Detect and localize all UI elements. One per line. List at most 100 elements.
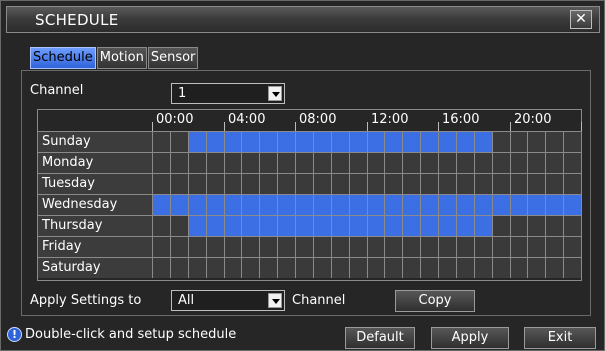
- schedule-slot[interactable]: [152, 236, 170, 257]
- schedule-slot[interactable]: [366, 152, 385, 173]
- schedule-slot[interactable]: [438, 215, 456, 236]
- schedule-slot[interactable]: [438, 257, 456, 278]
- schedule-slot[interactable]: [169, 194, 188, 215]
- schedule-slot[interactable]: [312, 194, 331, 215]
- schedule-slot[interactable]: [384, 173, 403, 194]
- schedule-slot[interactable]: [330, 173, 349, 194]
- schedule-slot[interactable]: [366, 236, 385, 257]
- schedule-slot[interactable]: [545, 215, 564, 236]
- schedule-slot[interactable]: [259, 194, 278, 215]
- schedule-slot[interactable]: [384, 257, 403, 278]
- schedule-slot[interactable]: [402, 236, 421, 257]
- schedule-slot[interactable]: [509, 152, 528, 173]
- schedule-slot[interactable]: [473, 173, 492, 194]
- schedule-slot[interactable]: [366, 131, 385, 152]
- schedule-slot[interactable]: [152, 131, 170, 152]
- schedule-slot[interactable]: [223, 236, 242, 257]
- schedule-slot[interactable]: [509, 257, 528, 278]
- schedule-slot[interactable]: [563, 152, 581, 173]
- schedule-slot[interactable]: [438, 194, 456, 215]
- schedule-slot[interactable]: [259, 215, 278, 236]
- schedule-slot[interactable]: [152, 215, 170, 236]
- schedule-slot[interactable]: [312, 152, 331, 173]
- schedule-slot[interactable]: [205, 215, 224, 236]
- schedule-slot[interactable]: [241, 173, 260, 194]
- schedule-slot[interactable]: [277, 152, 295, 173]
- schedule-slot[interactable]: [455, 152, 474, 173]
- schedule-slot[interactable]: [205, 257, 224, 278]
- schedule-slot[interactable]: [277, 173, 295, 194]
- schedule-slot[interactable]: [259, 131, 278, 152]
- schedule-slot[interactable]: [169, 152, 188, 173]
- schedule-slot[interactable]: [420, 152, 438, 173]
- schedule-slot[interactable]: [241, 215, 260, 236]
- schedule-slot[interactable]: [277, 236, 295, 257]
- schedule-slot[interactable]: [223, 215, 242, 236]
- schedule-slot[interactable]: [205, 173, 224, 194]
- schedule-slot[interactable]: [277, 215, 295, 236]
- schedule-slot[interactable]: [295, 131, 313, 152]
- schedule-slot[interactable]: [205, 152, 224, 173]
- schedule-slot[interactable]: [455, 173, 474, 194]
- schedule-slot[interactable]: [223, 194, 242, 215]
- schedule-slot[interactable]: [169, 236, 188, 257]
- schedule-slot[interactable]: [473, 131, 492, 152]
- schedule-slot[interactable]: [169, 215, 188, 236]
- schedule-slot[interactable]: [187, 152, 206, 173]
- schedule-slot[interactable]: [187, 194, 206, 215]
- schedule-slot[interactable]: [295, 215, 313, 236]
- schedule-slot[interactable]: [241, 236, 260, 257]
- schedule-slot[interactable]: [527, 236, 546, 257]
- schedule-slot[interactable]: [384, 152, 403, 173]
- schedule-slot[interactable]: [223, 152, 242, 173]
- schedule-slot[interactable]: [491, 173, 510, 194]
- schedule-slot[interactable]: [205, 194, 224, 215]
- schedule-slot[interactable]: [473, 215, 492, 236]
- schedule-slot[interactable]: [509, 215, 528, 236]
- schedule-slot[interactable]: [223, 257, 242, 278]
- schedule-slot[interactable]: [366, 215, 385, 236]
- schedule-slot[interactable]: [420, 173, 438, 194]
- schedule-slot[interactable]: [259, 257, 278, 278]
- schedule-slot[interactable]: [420, 194, 438, 215]
- schedule-slot[interactable]: [384, 194, 403, 215]
- schedule-slot[interactable]: [527, 215, 546, 236]
- schedule-slot[interactable]: [366, 173, 385, 194]
- schedule-slot[interactable]: [295, 173, 313, 194]
- schedule-slot[interactable]: [223, 173, 242, 194]
- schedule-slot[interactable]: [545, 152, 564, 173]
- schedule-slot[interactable]: [312, 173, 331, 194]
- schedule-slot[interactable]: [491, 194, 510, 215]
- tab-sensor[interactable]: Sensor: [147, 47, 199, 69]
- schedule-slot[interactable]: [563, 257, 581, 278]
- schedule-slot[interactable]: [169, 257, 188, 278]
- schedule-slot[interactable]: [312, 131, 331, 152]
- schedule-slot[interactable]: [563, 215, 581, 236]
- schedule-slot[interactable]: [455, 236, 474, 257]
- schedule-slot[interactable]: [241, 131, 260, 152]
- schedule-slot[interactable]: [330, 131, 349, 152]
- schedule-slot[interactable]: [277, 194, 295, 215]
- schedule-slot[interactable]: [348, 152, 367, 173]
- schedule-slot[interactable]: [491, 131, 510, 152]
- schedule-slot[interactable]: [545, 173, 564, 194]
- close-button[interactable]: ✕: [570, 10, 592, 29]
- tab-motion[interactable]: Motion: [96, 47, 147, 69]
- apply-button[interactable]: Apply: [431, 327, 509, 349]
- schedule-slot[interactable]: [259, 236, 278, 257]
- schedule-slot[interactable]: [348, 215, 367, 236]
- schedule-slot[interactable]: [402, 215, 421, 236]
- schedule-slot[interactable]: [330, 257, 349, 278]
- schedule-slot[interactable]: [169, 173, 188, 194]
- channel-select[interactable]: 1: [171, 83, 285, 104]
- schedule-slot[interactable]: [312, 236, 331, 257]
- schedule-slot[interactable]: [152, 152, 170, 173]
- schedule-slot[interactable]: [455, 194, 474, 215]
- schedule-slot[interactable]: [241, 152, 260, 173]
- apply-target-select[interactable]: All: [171, 290, 285, 311]
- schedule-slot[interactable]: [473, 194, 492, 215]
- schedule-slot[interactable]: [152, 194, 170, 215]
- schedule-slot[interactable]: [187, 215, 206, 236]
- schedule-slot[interactable]: [402, 194, 421, 215]
- schedule-slot[interactable]: [312, 215, 331, 236]
